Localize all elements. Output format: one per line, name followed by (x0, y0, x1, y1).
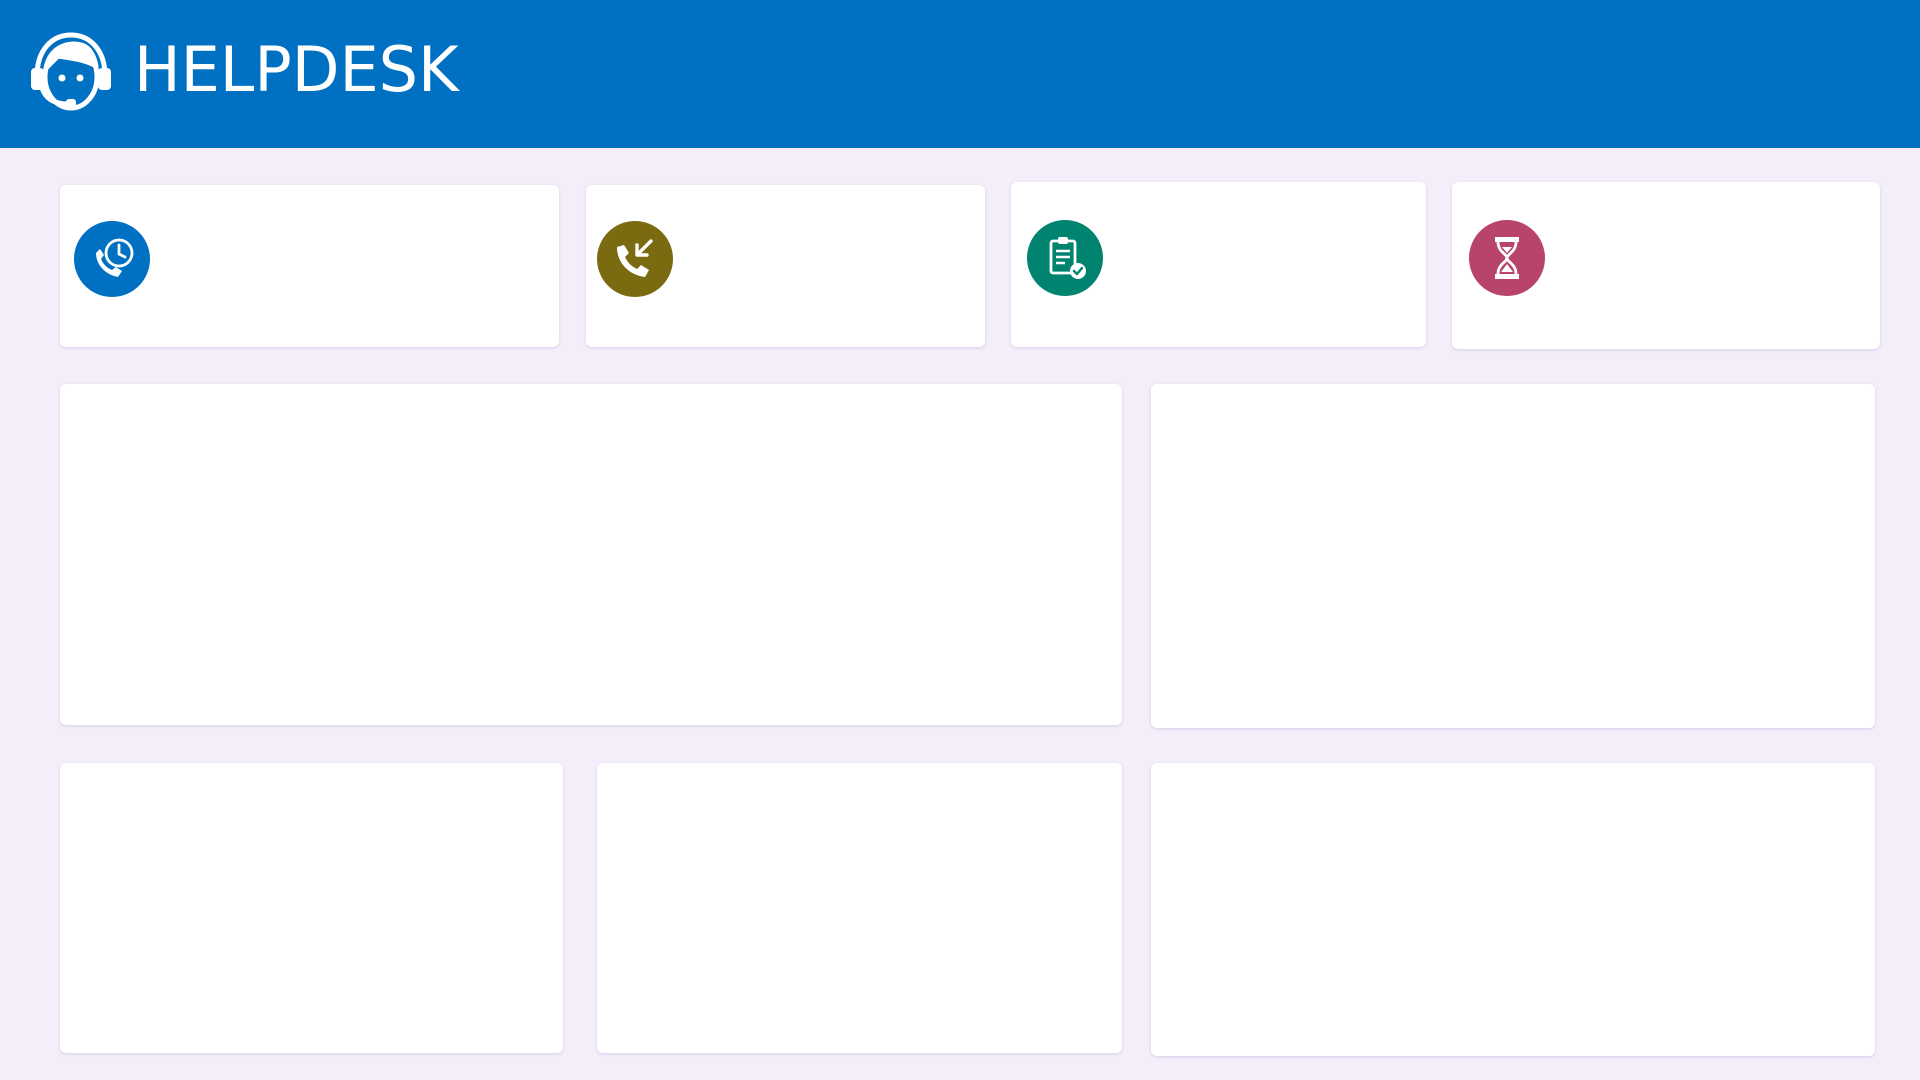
panel-side-chart (1151, 384, 1875, 728)
kpi-card-pending (1452, 182, 1880, 349)
support-agent-headset-icon (31, 32, 111, 111)
app-title: HELPDESK (134, 33, 459, 106)
hourglass-icon (1469, 220, 1545, 296)
kpi-card-call-time (60, 185, 559, 347)
kpi-card-incoming-calls (586, 185, 985, 347)
panel-bottom-middle (597, 763, 1122, 1053)
panel-bottom-left (60, 763, 563, 1053)
incoming-call-icon (597, 221, 673, 297)
app-header: HELPDESK (0, 0, 1920, 148)
panel-bottom-right (1151, 763, 1875, 1056)
call-time-icon (74, 221, 150, 297)
kpi-card-tickets-resolved (1011, 182, 1426, 347)
clipboard-check-icon (1027, 220, 1103, 296)
panel-main-chart (60, 384, 1122, 725)
